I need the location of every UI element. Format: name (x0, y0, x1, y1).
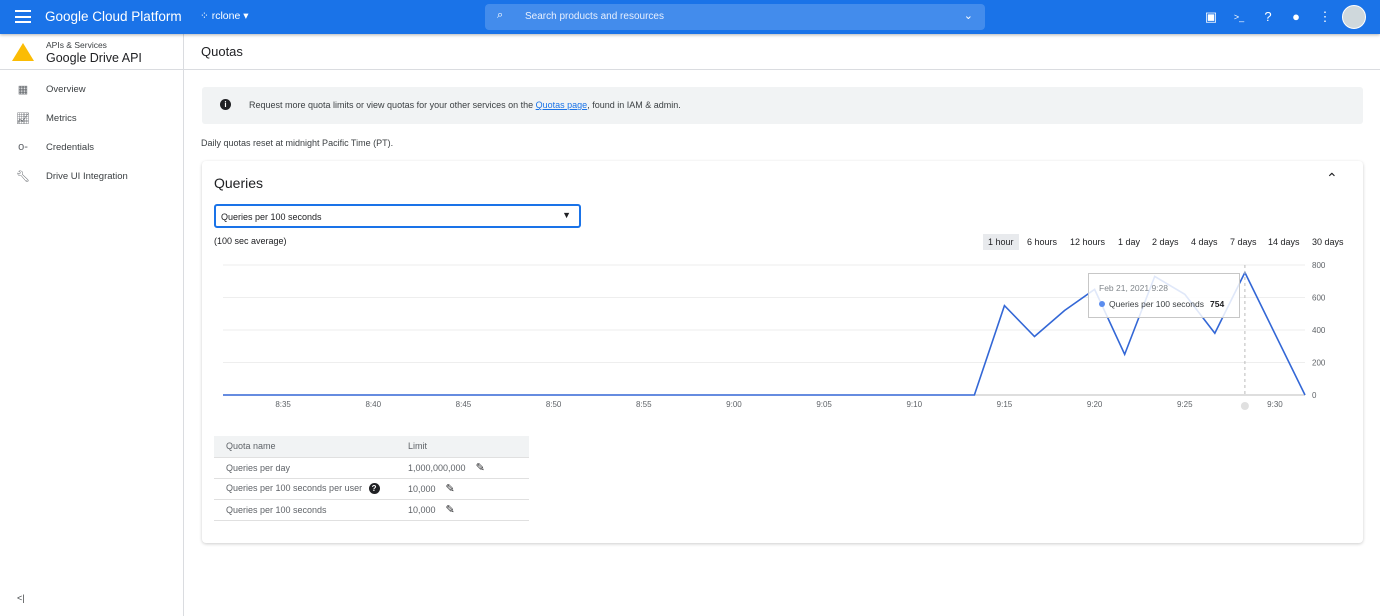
y-tick-label: 600 (1312, 294, 1326, 303)
sidebar-item-label: Drive UI Integration (46, 171, 128, 182)
info-banner: i Request more quota limits or view quot… (202, 87, 1363, 124)
gift-icon[interactable]: ▣ (1203, 9, 1219, 25)
sidebar-item-label: Credentials (46, 142, 95, 153)
x-tick-label: 9:10 (906, 400, 922, 409)
project-selector[interactable]: ⁘ rclone ▾ (200, 10, 249, 22)
dropdown-arrow-icon: ▼ (562, 210, 571, 220)
tooltip-series: Queries per 100 seconds (1109, 299, 1204, 309)
search-bar[interactable]: ⌕ Search products and resources ⌄ (485, 4, 985, 30)
menu-icon[interactable] (15, 10, 31, 23)
sidebar-item-label: Overview (46, 84, 86, 95)
y-tick-label: 800 (1312, 261, 1326, 270)
chevron-down-icon: ▾ (243, 10, 249, 22)
edit-icon[interactable]: ✎ (446, 482, 455, 495)
help-icon[interactable]: ? (368, 483, 380, 494)
range-2-days[interactable]: 2 days (1147, 234, 1184, 250)
x-tick-label: 8:55 (636, 400, 652, 409)
hover-marker (1240, 402, 1249, 410)
sidebar-item-drive-ui-integration[interactable]: 🔧︎ Drive UI Integration (0, 163, 183, 191)
x-tick-label: 9:15 (997, 400, 1013, 409)
edit-icon[interactable]: ✎ (476, 461, 485, 474)
quota-limit: 10,000 (408, 484, 436, 494)
help-icon[interactable]: ? (1260, 9, 1276, 25)
sidebar-item-credentials[interactable]: o- Credentials (0, 134, 183, 162)
x-tick-label: 9:25 (1177, 400, 1193, 409)
sidebar: APIs & Services Google Drive API ▦ Overvi… (0, 34, 184, 616)
more-vert-icon[interactable]: ⋮ (1317, 9, 1333, 25)
x-tick-label: 9:30 (1267, 400, 1283, 409)
collapse-icon[interactable]: ⌃ (1326, 170, 1338, 187)
quota-name: Queries per day (214, 457, 396, 479)
quota-name: Queries per 100 seconds (214, 499, 396, 521)
range-4-days[interactable]: 4 days (1186, 234, 1223, 250)
x-tick-label: 9:05 (816, 400, 832, 409)
range-6-hours[interactable]: 6 hours (1022, 234, 1062, 250)
range-14-days[interactable]: 14 days (1263, 234, 1305, 250)
tooltip: Feb 21, 2021 9:28 Queries per 100 second… (1088, 273, 1240, 318)
tooltip-value: 754 (1210, 299, 1225, 309)
api-name: Google Drive API (46, 51, 142, 65)
collapse-sidebar-icon[interactable]: <| (17, 593, 25, 603)
page-title: Quotas (201, 44, 243, 59)
x-tick-label: 9:00 (726, 400, 742, 409)
y-tick-label: 400 (1312, 326, 1326, 335)
avatar[interactable] (1342, 5, 1366, 29)
divider (0, 69, 183, 70)
section-label: APIs & Services (46, 40, 107, 50)
banner-text: , found in IAM & admin. (587, 100, 681, 110)
quota-table: Quota name Limit Queries per day 1,000,000… (214, 436, 529, 521)
x-tick-label: 8:35 (275, 400, 291, 409)
reset-note: Daily quotas reset at midnight Pacific T… (201, 138, 394, 148)
range-1-hour[interactable]: 1 hour (983, 234, 1019, 250)
x-tick-label: 9:20 (1087, 400, 1103, 409)
banner-text: Request more quota limits or view quotas… (249, 100, 536, 110)
wrench-icon: 🔧︎ (16, 171, 30, 183)
x-tick-label: 8:40 (365, 400, 381, 409)
tooltip-date: Feb 21, 2021 9:28 (1099, 283, 1169, 293)
sidebar-item-metrics[interactable]: 📈︎ Metrics (0, 105, 183, 133)
quota-limit: 1,000,000,000 (408, 463, 466, 473)
edit-icon[interactable]: ✎ (446, 503, 455, 516)
column-header: Quota name (214, 436, 396, 458)
sidebar-item-label: Metrics (46, 113, 77, 124)
divider (184, 69, 1380, 70)
app-title[interactable]: Google Cloud Platform (45, 9, 182, 24)
top-bar: Google Cloud Platform ⁘ rclone ▾ ⌕ Searc… (0, 0, 1380, 34)
series-dot-icon (1099, 301, 1105, 307)
search-input[interactable]: Search products and resources (525, 11, 664, 22)
table-row: Queries per day 1,000,000,000 ✎ (214, 457, 529, 479)
x-tick-label: 8:45 (456, 400, 472, 409)
range-30-days[interactable]: 30 days (1307, 234, 1349, 250)
cloud-shell-icon[interactable]: >_ (1231, 9, 1247, 25)
x-tick-label: 8:50 (546, 400, 562, 409)
sidebar-item-overview[interactable]: ▦ Overview (0, 76, 183, 104)
metric-select[interactable]: Queries per 100 seconds ▼ (214, 204, 581, 228)
quota-name: Queries per 100 seconds per user (226, 483, 363, 493)
drive-logo-icon (12, 43, 34, 61)
info-icon: i (220, 99, 231, 110)
card-title: Queries (214, 175, 264, 191)
metric-select-value: Queries per 100 seconds (221, 212, 322, 222)
range-1-day[interactable]: 1 day (1113, 234, 1145, 250)
metrics-icon: 📈︎ (16, 113, 30, 125)
y-tick-label: 200 (1312, 359, 1326, 368)
table-row: Queries per 100 seconds 10,000 ✎ (214, 499, 529, 521)
project-icon: ⁘ (200, 10, 212, 22)
search-icon: ⌕ (497, 9, 504, 21)
range-7-days[interactable]: 7 days (1225, 234, 1262, 250)
key-icon: o- (18, 141, 28, 153)
y-tick-label: 0 (1312, 391, 1317, 400)
column-header: Limit (396, 436, 529, 458)
bell-icon[interactable]: ● (1288, 9, 1304, 25)
chevron-down-icon[interactable]: ⌄ (964, 9, 973, 22)
range-12-hours[interactable]: 12 hours (1065, 234, 1110, 250)
table-row: Queries per 100 seconds per user ? 10,000… (214, 478, 529, 500)
dashboard-icon: ▦ (17, 84, 29, 96)
quotas-page-link[interactable]: Quotas page (536, 100, 588, 110)
average-note: (100 sec average) (214, 236, 287, 246)
project-name: rclone (211, 10, 241, 22)
quota-limit: 10,000 (408, 505, 436, 515)
